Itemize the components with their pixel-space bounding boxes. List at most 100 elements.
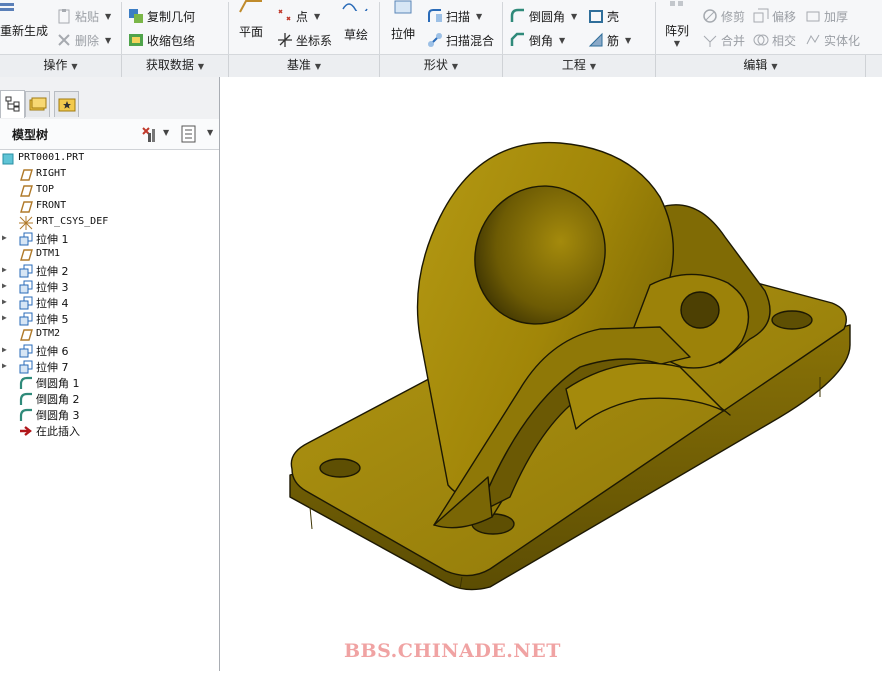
group-separator [121, 2, 122, 54]
tree-item-label: 倒圆角 1 [36, 377, 80, 390]
chevron-down-icon: ▼ [589, 62, 597, 71]
tab-folder-browser[interactable] [25, 91, 50, 117]
show-columns-icon[interactable] [181, 125, 197, 143]
thicken-button[interactable]: 加厚 [805, 7, 848, 25]
tree-item[interactable]: TOP [0, 183, 219, 199]
datum-plane-icon [20, 329, 33, 341]
tree-item[interactable]: RIGHT [0, 167, 219, 183]
swept-blend-button[interactable]: 扫描混合 [427, 31, 494, 49]
offset-button[interactable]: 偏移 [753, 7, 796, 25]
tree-item-label: 拉伸 7 [36, 361, 69, 374]
plane-button[interactable]: 平面 [234, 0, 268, 40]
tab-model-tree[interactable] [0, 90, 25, 118]
chamfer-button[interactable]: 倒角 ▼ [510, 31, 565, 49]
tree-item-label: FRONT [36, 200, 67, 211]
datum-plane-icon [20, 169, 33, 181]
point-icon [278, 9, 291, 21]
round-icon [510, 8, 524, 22]
tree-item[interactable]: PRT0001.PRT [0, 151, 219, 167]
tree-item[interactable]: PRT_CSYS_DEF [0, 215, 219, 231]
shell-icon [589, 10, 603, 23]
merge-button[interactable]: 合并 [702, 31, 745, 49]
point-button[interactable]: 点 ▼ [277, 7, 320, 25]
expand-arrow-icon[interactable]: ▶ [2, 265, 7, 274]
tree-item[interactable]: 在此插入 [0, 423, 219, 439]
tree-settings-icon[interactable] [140, 125, 158, 143]
tree-item[interactable]: ▶ 拉伸 1 [0, 231, 219, 247]
tree-item[interactable]: 倒圆角 2 [0, 391, 219, 407]
delete-icon [58, 34, 70, 46]
extrude-icon [394, 0, 412, 14]
csys-button[interactable]: 坐标系 [277, 31, 332, 49]
sketch-button[interactable]: 草绘 [340, 0, 372, 43]
copy-geometry-button[interactable]: 复制几何 [128, 7, 195, 25]
tree-item-label: DTM1 [36, 248, 61, 259]
watermark: BBS.CHINADE.NET [344, 640, 561, 662]
copy-geometry-icon [129, 9, 143, 23]
shell-button[interactable]: 壳 [588, 7, 619, 25]
tree-item-label: 在此插入 [36, 425, 80, 438]
shrinkwrap-icon [129, 34, 143, 46]
paste-button[interactable]: 粘贴 ▼ [56, 7, 111, 25]
tree-item[interactable]: FRONT [0, 199, 219, 215]
group-operations[interactable]: 操作 ▼ [0, 55, 122, 77]
regenerate-button[interactable] [0, 1, 16, 19]
chamfer-icon [510, 32, 524, 46]
expand-arrow-icon[interactable]: ▶ [2, 233, 7, 242]
ribbon-group-labels: 操作 ▼ 获取数据 ▼ 基准 ▼ 形状 ▼ 工程 ▼ 编辑 ▼ [0, 54, 882, 77]
tree-item[interactable]: ▶ 拉伸 7 [0, 359, 219, 375]
group-get-data[interactable]: 获取数据 ▼ [122, 55, 229, 77]
delete-button[interactable]: 删除 ▼ [56, 31, 111, 49]
csys-icon [278, 33, 292, 47]
tree-item[interactable]: DTM2 [0, 327, 219, 343]
pattern-button[interactable]: 阵列 ▼ [661, 0, 693, 48]
tree-item[interactable]: DTM1 [0, 247, 219, 263]
extrude-icon [19, 280, 33, 294]
tree-item[interactable]: ▶ 拉伸 2 [0, 263, 219, 279]
group-datum[interactable]: 基准 ▼ [229, 55, 380, 77]
sweep-button[interactable]: 扫描 ▼ [427, 7, 482, 25]
regenerate-label[interactable]: 重新生成 [0, 21, 48, 39]
graphics-viewport[interactable] [220, 77, 882, 671]
tree-item-label: 拉伸 5 [36, 313, 69, 326]
group-shapes[interactable]: 形状 ▼ [380, 55, 503, 77]
ribbon: 重新生成 粘贴 ▼ 删除 ▼ 复制几何 收缩包络 平面 点 ▼ 坐标系 草绘 拉伸 [0, 0, 882, 78]
round-icon [19, 392, 32, 405]
group-engineering[interactable]: 工程 ▼ [503, 55, 656, 77]
expand-arrow-icon[interactable]: ▶ [2, 313, 7, 322]
rib-button[interactable]: 筋 ▼ [588, 31, 631, 49]
group-editing[interactable]: 编辑 ▼ [656, 55, 866, 77]
tree-item[interactable]: ▶ 拉伸 4 [0, 295, 219, 311]
tree-item[interactable]: 倒圆角 3 [0, 407, 219, 423]
tree-item-label: TOP [36, 184, 55, 195]
expand-arrow-icon[interactable]: ▶ [2, 361, 7, 370]
round-icon [19, 408, 32, 421]
tab-favorites[interactable] [54, 91, 79, 117]
trim-button[interactable]: 修剪 [702, 7, 745, 25]
solidify-icon [806, 34, 820, 45]
tree-item[interactable]: ▶ 拉伸 6 [0, 343, 219, 359]
part-icon [2, 153, 14, 165]
part-model[interactable] [220, 77, 882, 671]
pattern-dropdown-icon: ▼ [673, 39, 681, 48]
swept-blend-icon [428, 33, 442, 47]
chevron-down-icon: ▼ [71, 62, 78, 71]
rib-icon [588, 32, 603, 47]
extrude-button[interactable]: 拉伸 [386, 0, 420, 42]
shrinkwrap-button[interactable]: 收缩包络 [128, 31, 195, 49]
chevron-down-icon[interactable]: ▼ [207, 128, 213, 137]
part-geometry [289, 141, 851, 591]
tree-item-label: 拉伸 4 [36, 297, 69, 310]
expand-arrow-icon[interactable]: ▶ [2, 281, 7, 290]
expand-arrow-icon[interactable]: ▶ [2, 297, 7, 306]
tree-item[interactable]: ▶ 拉伸 5 [0, 311, 219, 327]
tree-item[interactable]: 倒圆角 1 [0, 375, 219, 391]
expand-arrow-icon[interactable]: ▶ [2, 345, 7, 354]
round-button[interactable]: 倒圆角 ▼ [510, 7, 577, 25]
tree-item[interactable]: ▶ 拉伸 3 [0, 279, 219, 295]
sweep-icon [428, 9, 442, 22]
solidify-button[interactable]: 实体化 [805, 31, 860, 49]
chevron-down-icon: ▼ [314, 62, 322, 71]
chevron-down-icon[interactable]: ▼ [163, 128, 169, 137]
intersect-button[interactable]: 相交 [753, 31, 796, 49]
